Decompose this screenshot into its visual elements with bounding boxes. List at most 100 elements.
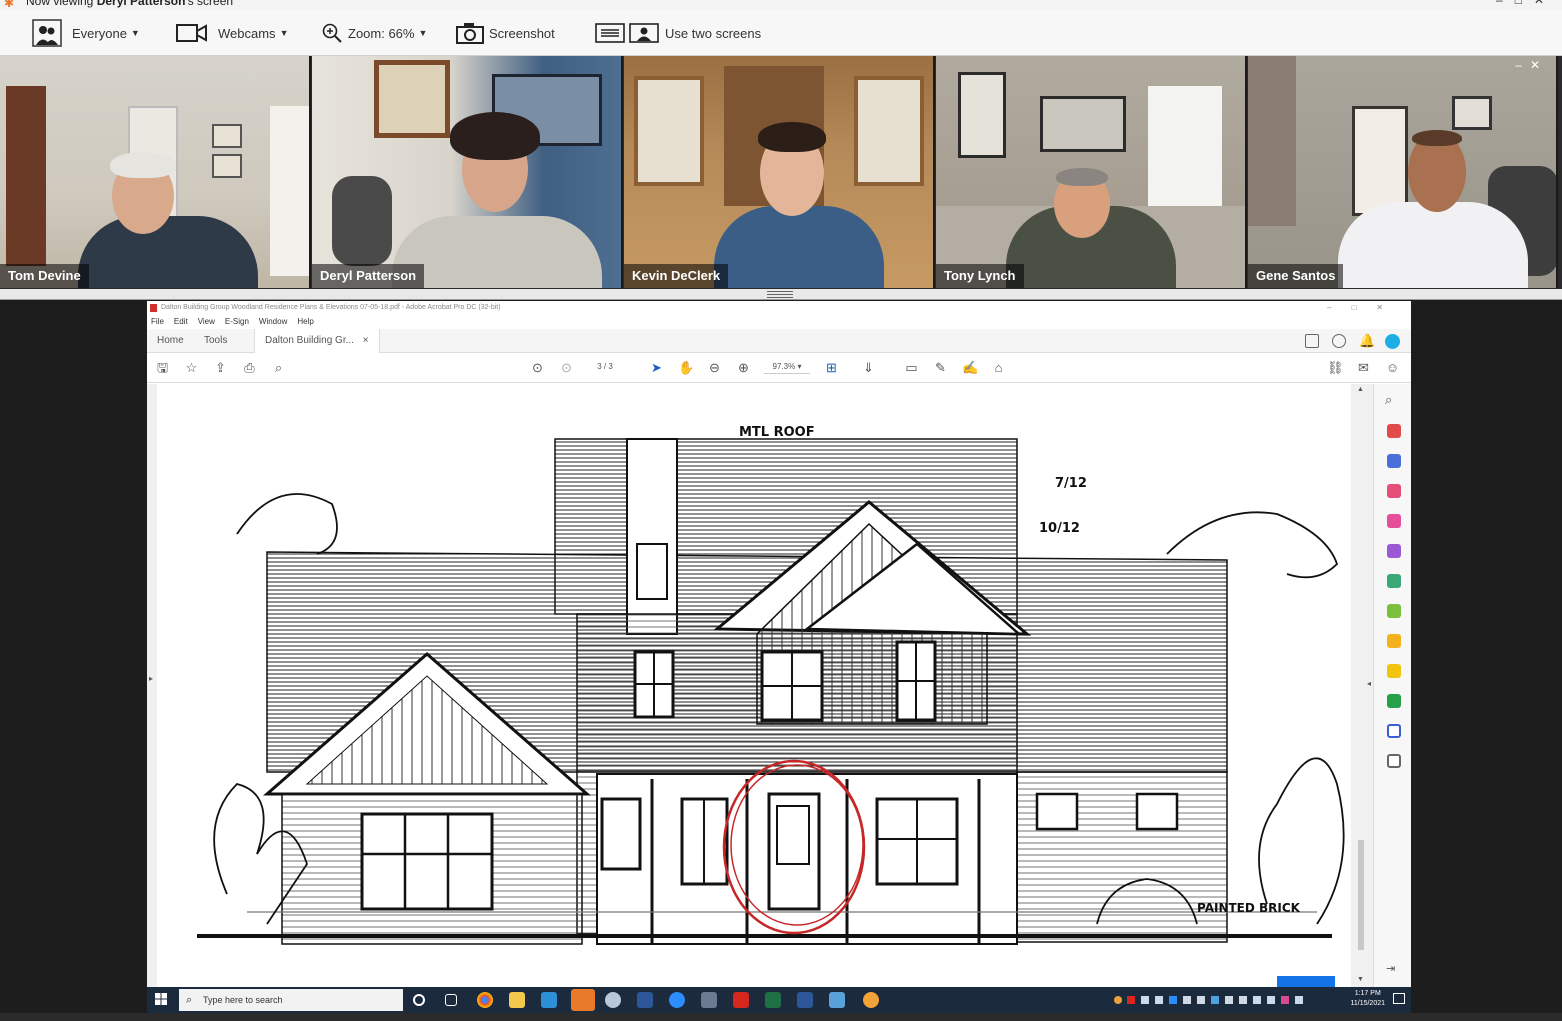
mail-icon[interactable]: ✉ [1356,360,1371,375]
search-icon[interactable]: ⌕ [271,360,286,375]
camera-app-icon[interactable] [701,992,717,1008]
close-tab-icon[interactable]: × [363,335,369,346]
system-tray-icons[interactable] [1113,995,1313,1005]
screenshot-button[interactable]: Screenshot [456,20,555,46]
scrollbar-thumb[interactable] [1358,840,1364,950]
menu-window[interactable]: Window [259,315,287,329]
combine-files-icon[interactable] [1387,454,1401,468]
zoom-dropdown[interactable]: Zoom: 66% ▼ [322,20,427,46]
menu-file[interactable]: File [151,315,164,329]
menu-help[interactable]: Help [297,315,313,329]
meeting-app-icon[interactable] [863,992,879,1008]
cortana-icon[interactable] [413,994,425,1006]
help-icon[interactable] [1332,334,1346,348]
share-screen-icon[interactable] [1305,334,1319,348]
avatar[interactable] [1385,334,1400,349]
menu-view[interactable]: View [198,315,215,329]
excel-icon[interactable] [765,992,781,1008]
drag-handle-icon[interactable] [767,291,793,298]
scroll-up-icon[interactable]: ▲ [1357,386,1364,393]
roof-note: MTL ROOF [739,425,815,440]
stamp-icon[interactable]: ⌂ [991,360,1006,375]
webcams-dropdown[interactable]: Webcams ▼ [176,20,288,46]
panel-splitter[interactable] [0,289,1562,300]
send-review-icon[interactable] [1387,634,1401,648]
taskbar-clock[interactable]: 1:17 PM 11/15/2021 [1350,989,1385,1009]
left-pane-toggle-icon[interactable]: ▸ [149,674,153,683]
page-down-icon[interactable]: ⊙ [559,360,574,375]
cloud-app-icon[interactable] [605,992,621,1008]
bookshelf [6,86,46,266]
zoom-tool-icon[interactable]: ⌕ [1385,392,1392,408]
sign-icon[interactable]: ✍ [962,360,978,375]
acrobat-icon[interactable] [733,992,749,1008]
acrobat-title: Dalton Building Group Woodland Residence… [161,304,501,311]
zoom-in-icon [322,23,342,43]
page-up-icon[interactable]: ⊙ [530,360,545,375]
webcams-label: Webcams [218,25,276,41]
bell-icon[interactable]: 🔔 [1359,333,1375,349]
webcam-tile[interactable]: Tom Devine [0,56,311,288]
select-tool-icon[interactable]: ➤ [649,360,664,375]
fill-sign-icon[interactable] [1387,544,1401,558]
store-icon[interactable] [541,992,557,1008]
upload-icon[interactable]: ⇪ [213,360,228,375]
acrobat-window-controls[interactable]: –□✕ [1327,301,1403,315]
scroll-down-icon[interactable]: ▼ [1357,976,1364,983]
webcam-tile[interactable]: Deryl Patterson [312,56,623,288]
zoom-out-icon[interactable]: ⊖ [707,360,722,375]
create-pdf-icon[interactable] [1387,424,1401,438]
hand-tool-icon[interactable]: ✋ [678,360,694,375]
export-pdf-icon[interactable] [1387,574,1401,588]
video-camera-icon [176,24,207,42]
right-pane-toggle-icon[interactable]: ◂ [1367,679,1371,688]
tile-window-controls[interactable]: –✕ [1515,58,1548,72]
pdf-page[interactable]: MTL ROOF 7/12 10/12 PAINTED BRICK [157,384,1351,987]
task-view-icon[interactable] [445,994,457,1006]
notifications-icon[interactable] [1393,993,1405,1004]
vertical-scrollbar[interactable]: ▲ ▼ [1355,384,1367,987]
word-icon[interactable] [637,992,653,1008]
more-tools-icon[interactable] [1387,754,1401,768]
webcam-tile[interactable]: –✕ Gene Santos [1248,56,1558,288]
zoom-field[interactable]: 97.3% ▾ [764,360,810,374]
webcam-tile[interactable]: Tony Lynch [936,56,1247,288]
window-controls[interactable]: –□✕ [1496,0,1556,7]
webcam-tile[interactable]: Kevin DeClerk [624,56,935,288]
two-screens-button[interactable]: Use two screens [595,20,761,46]
chrome-icon[interactable] [477,992,493,1008]
print-icon[interactable]: ⎙ [242,360,257,375]
highlight-pen-icon[interactable]: ✎ [933,360,948,375]
menu-esign[interactable]: E-Sign [225,315,249,329]
webcam-name-label: Tom Devine [0,264,89,288]
tab-document[interactable]: Dalton Building Gr... × [254,329,380,353]
edit-pdf-icon[interactable] [1387,514,1401,528]
print-production-icon[interactable] [1387,694,1401,708]
zoom-app-icon[interactable] [669,992,685,1008]
protect-icon[interactable] [1387,724,1401,738]
fit-page-icon[interactable]: ⊞ [824,360,839,375]
comment-icon[interactable]: ▭ [904,360,919,375]
audience-dropdown[interactable]: Everyone ▼ [32,19,140,47]
audience-label: Everyone [72,25,127,41]
comment-tool-icon[interactable] [1387,664,1401,678]
scan-ocr-icon[interactable] [1387,604,1401,618]
windows-start-icon[interactable] [155,993,167,1005]
save-icon[interactable]: 🖫 [155,360,170,375]
page-number-field[interactable]: 3 / 3 [584,360,626,374]
scroll-mode-icon[interactable]: ⇓ [861,360,876,375]
collapse-pane-icon[interactable]: ⇥ [1386,962,1395,975]
taskbar-search-input[interactable]: ⌕ Type here to search [179,989,403,1011]
word-icon[interactable] [797,992,813,1008]
organize-pages-icon[interactable] [1387,484,1401,498]
zoom-in-icon[interactable]: ⊕ [736,360,751,375]
outlook-active-icon[interactable] [571,989,595,1011]
user-share-icon[interactable]: ☺ [1385,360,1400,375]
menu-edit[interactable]: Edit [174,315,188,329]
link-icon[interactable]: ⛓ [1327,360,1344,375]
star-icon[interactable]: ☆ [184,360,199,375]
tab-home[interactable]: Home [157,329,184,353]
photos-icon[interactable] [829,992,845,1008]
tab-tools[interactable]: Tools [204,329,227,353]
file-explorer-icon[interactable] [509,992,525,1008]
